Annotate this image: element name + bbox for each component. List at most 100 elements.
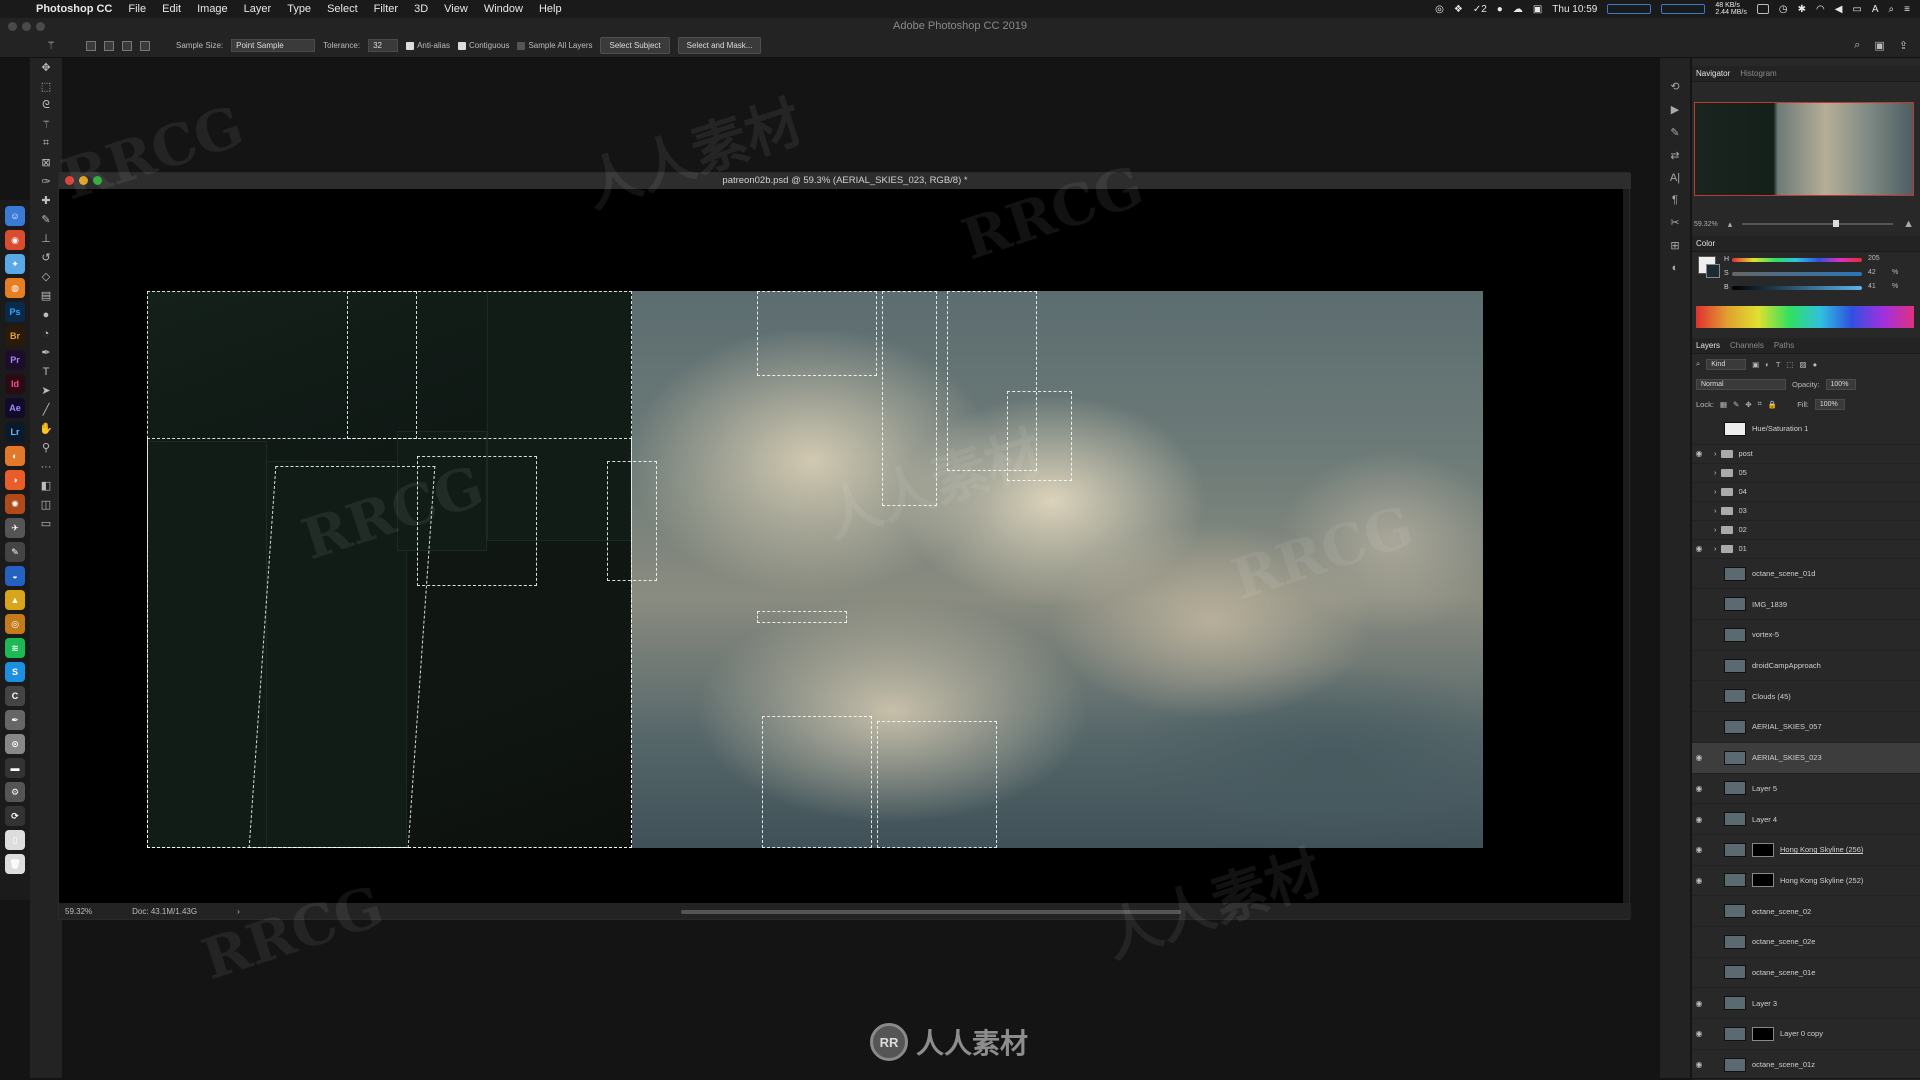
subtract-selection-icon[interactable] — [122, 40, 132, 51]
menu-file[interactable]: File — [120, 3, 154, 15]
premiere-dock-icon[interactable]: Pr — [5, 350, 25, 370]
visibility-eye-icon[interactable]: ◉ — [1692, 544, 1706, 553]
layer-row[interactable]: droidCampApproach — [1692, 651, 1920, 682]
app-icon[interactable]: ✈ — [5, 518, 25, 538]
visibility-eye-icon[interactable]: ◉ — [1692, 1060, 1706, 1069]
lock-all-icon[interactable]: 🔒 — [1768, 400, 1777, 409]
status-arrow-icon[interactable]: › — [237, 907, 240, 916]
notification-center-icon[interactable]: ≡ — [1904, 4, 1910, 15]
sample-all-layers-checkbox[interactable]: Sample All Layers — [517, 41, 592, 50]
settings-icon[interactable]: ⚙ — [5, 782, 25, 802]
tab-layers[interactable]: Layers — [1696, 341, 1720, 350]
blender-icon[interactable]: ◐ — [5, 446, 25, 466]
opacity-input[interactable]: 100% — [1825, 378, 1856, 390]
layer-row[interactable]: ◉ AERIAL_SKIES_023 — [1692, 742, 1920, 774]
spotify-icon[interactable]: ≋ — [5, 638, 25, 658]
spotlight-icon[interactable]: ⌕ — [1889, 4, 1895, 15]
close-window-icon[interactable] — [8, 22, 17, 31]
layer-row[interactable]: ◉ › 01 — [1692, 540, 1920, 559]
filter-search-icon[interactable]: ⌕ — [1696, 359, 1700, 369]
indesign-dock-icon[interactable]: Id — [5, 374, 25, 394]
share-icon[interactable]: ⇪ — [1899, 39, 1908, 52]
layer-row[interactable]: Hue/Saturation 1 — [1692, 414, 1920, 445]
search-icon[interactable]: ⌕ — [1854, 39, 1860, 52]
trash-icon[interactable]: 🗑 — [5, 854, 25, 874]
clock[interactable]: Thu 10:59 — [1552, 4, 1597, 15]
zoom-window-icon[interactable] — [36, 22, 45, 31]
history-icon[interactable]: ⟲ — [1670, 80, 1679, 93]
bluetooth-icon[interactable]: ✱ — [1798, 4, 1806, 15]
lock-artboard-icon[interactable]: ⌗ — [1758, 399, 1762, 409]
tab-channels[interactable]: Channels — [1730, 341, 1764, 350]
select-and-mask-button[interactable]: Select and Mask... — [677, 37, 762, 54]
creative-cloud-icon[interactable]: ◎ — [1435, 4, 1444, 15]
lock-pixels-icon[interactable]: ✎ — [1733, 400, 1739, 409]
zoom-slider-knob[interactable] — [1832, 220, 1839, 227]
substance-icon[interactable]: ✺ — [5, 494, 25, 514]
visibility-eye-icon[interactable]: ◉ — [1692, 1029, 1706, 1038]
globe-icon[interactable]: ◒ — [5, 566, 25, 586]
layer-row[interactable]: AERIAL_SKIES_057 — [1692, 712, 1920, 743]
filter-smart-icon[interactable]: ▨ — [1800, 360, 1807, 369]
fill-input[interactable]: 100% — [1814, 398, 1845, 410]
doc-size[interactable]: Doc: 43.1M/1.43G — [132, 907, 197, 916]
layer-row[interactable]: › 02 — [1692, 521, 1920, 540]
navigator-zoom-slider[interactable] — [1742, 220, 1894, 227]
hue-slider[interactable] — [1732, 258, 1862, 262]
user-initial[interactable]: A — [1872, 4, 1879, 15]
menu-3d[interactable]: 3D — [406, 3, 436, 15]
folder-chevron-icon[interactable]: › — [1714, 506, 1717, 515]
filter-type-icon[interactable]: T — [1776, 360, 1781, 369]
menu-edit[interactable]: Edit — [154, 3, 189, 15]
lasso-tool-icon[interactable]: ᘓ — [30, 96, 62, 115]
display-icon[interactable] — [1756, 4, 1769, 14]
wifi-icon[interactable]: ◠ — [1816, 4, 1825, 15]
filter-pixel-icon[interactable]: ▣ — [1752, 360, 1759, 369]
sample-size-select[interactable]: Point Sample — [231, 39, 316, 52]
layer-mask-thumbnail[interactable] — [1752, 842, 1774, 857]
workspace-icon[interactable]: ▣ — [1874, 39, 1884, 52]
visibility-eye-icon[interactable]: ◉ — [1692, 876, 1706, 885]
visibility-eye-icon[interactable]: ◉ — [1692, 999, 1706, 1008]
visibility-eye-icon[interactable]: ◉ — [1692, 784, 1706, 793]
filter-toggle-icon[interactable]: ● — [1813, 360, 1818, 369]
actions-icon[interactable]: ▶ — [1671, 103, 1679, 116]
preview-icon[interactable]: ⊙ — [5, 734, 25, 754]
visibility-eye-icon[interactable]: ◉ — [1692, 449, 1706, 458]
menu-window[interactable]: Window — [476, 3, 531, 15]
sync-icon[interactable]: ⟳ — [5, 806, 25, 826]
layer-row[interactable]: › 04 — [1692, 483, 1920, 502]
vertical-scrollbar[interactable] — [1623, 189, 1629, 903]
layer-row[interactable]: ◉ Layer 0 copy — [1692, 1019, 1920, 1050]
visibility-eye-icon[interactable]: ◉ — [1692, 845, 1706, 854]
safari-icon[interactable]: ✦ — [5, 254, 25, 274]
lightroom-dock-icon[interactable]: Lr — [5, 422, 25, 442]
layer-row[interactable]: ◉ Layer 3 — [1692, 988, 1920, 1019]
notifications-icon[interactable]: ● — [1497, 4, 1503, 15]
character-icon[interactable]: A| — [1670, 172, 1680, 184]
folder-chevron-icon[interactable]: › — [1714, 468, 1717, 477]
skype-icon[interactable]: S — [5, 662, 25, 682]
magic-wand-icon[interactable]: ⚚ — [46, 39, 56, 52]
contiguous-checkbox[interactable]: Contiguous — [457, 41, 509, 50]
layer-row[interactable]: Clouds (45) — [1692, 681, 1920, 713]
app-orange-icon[interactable]: ◎ — [5, 614, 25, 634]
minimize-window-icon[interactable] — [22, 22, 31, 31]
menu-layer[interactable]: Layer — [236, 3, 280, 15]
layer-row[interactable]: ◉ Hong Kong Skyline (256) — [1692, 835, 1920, 866]
dropbox-icon[interactable]: ❖ — [1454, 4, 1463, 15]
layer-row[interactable]: › 03 — [1692, 502, 1920, 521]
bridge-dock-icon[interactable]: Br — [5, 326, 25, 346]
cpu-meter-icon[interactable] — [1607, 4, 1652, 14]
intersect-selection-icon[interactable] — [140, 40, 150, 51]
menu-type[interactable]: Type — [279, 3, 319, 15]
tools-preset-icon[interactable]: ✂ — [1670, 216, 1679, 229]
background-color-swatch[interactable] — [1706, 264, 1720, 278]
cloud-icon[interactable]: ☁ — [1513, 4, 1523, 15]
after-effects-dock-icon[interactable]: Ae — [5, 398, 25, 418]
menu-select[interactable]: Select — [319, 3, 366, 15]
navigator-preview[interactable] — [1694, 102, 1914, 196]
filter-adjust-icon[interactable]: ◐ — [1765, 360, 1770, 369]
blend-mode-select[interactable]: Normal — [1696, 378, 1786, 390]
volume-icon[interactable]: ◀ — [1835, 4, 1843, 15]
